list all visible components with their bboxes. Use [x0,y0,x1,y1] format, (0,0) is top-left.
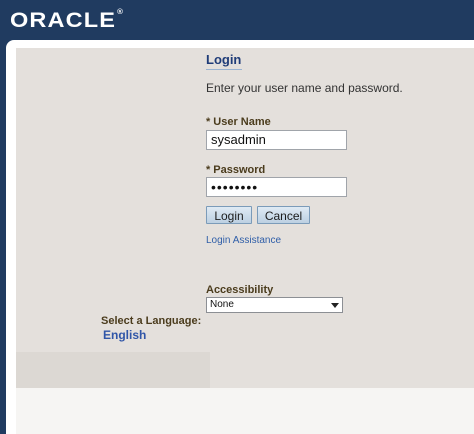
cancel-button[interactable]: Cancel [257,206,310,224]
login-instructions: Enter your user name and password. [206,81,403,95]
registered-mark: ® [117,9,123,16]
required-marker: * [206,164,211,176]
username-label-text: User Name [213,116,271,128]
accessibility-selected-value: None [210,299,234,310]
language-label: Select a Language: [101,315,202,327]
login-page: ORACLE® Login Enter your user name and p… [0,0,474,434]
login-title: Login [206,52,242,70]
password-label-text: Password [213,164,266,176]
oracle-logo-text: ORACLE [10,9,117,32]
password-input[interactable]: •••••••• [206,177,347,197]
language-area [16,352,210,388]
accessibility-select[interactable]: None [206,297,343,313]
language-english-link[interactable]: English [103,328,146,342]
required-marker: * [206,116,211,128]
username-label: * User Name [206,116,271,128]
chevron-down-icon [331,303,339,308]
accessibility-label: Accessibility [206,284,274,296]
oracle-logo: ORACLE® [10,9,123,33]
login-button[interactable]: Login [206,206,252,224]
footer-strip [16,388,474,434]
login-assistance-link[interactable]: Login Assistance [206,235,281,246]
username-input[interactable]: sysadmin [206,130,347,150]
password-label: * Password [206,164,265,176]
